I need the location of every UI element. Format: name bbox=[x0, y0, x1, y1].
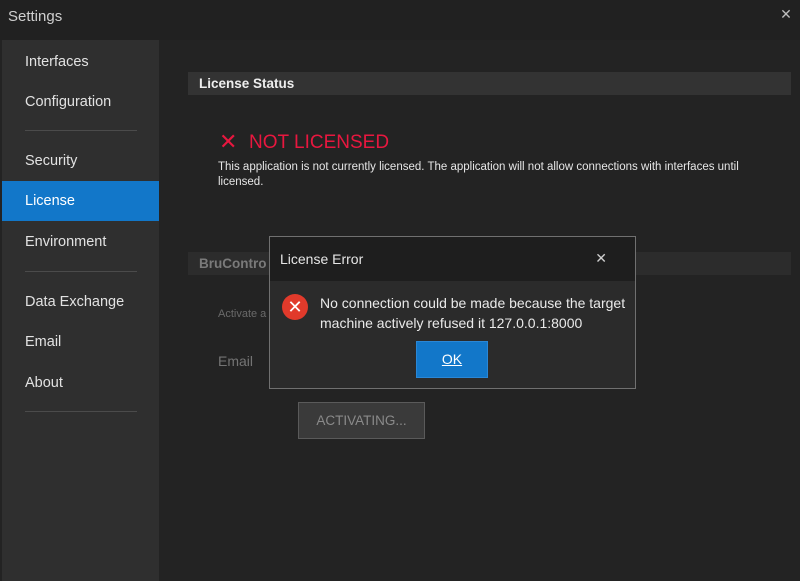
sidebar-item-configuration[interactable]: Configuration bbox=[2, 82, 159, 122]
sidebar-divider bbox=[25, 271, 137, 272]
dialog-title-bar: License Error ✕ bbox=[270, 237, 635, 281]
dialog-message: No connection could be made because the … bbox=[320, 295, 626, 331]
license-status-text: NOT LICENSED bbox=[249, 132, 390, 153]
error-icon: ✕ bbox=[282, 294, 308, 320]
license-description: This application is not currently licens… bbox=[218, 161, 739, 188]
settings-window: Settings ✕ Interfaces Configuration Secu… bbox=[0, 0, 800, 581]
sidebar-divider bbox=[25, 130, 137, 131]
ok-button[interactable]: OK bbox=[416, 341, 488, 378]
close-icon[interactable]: ✕ bbox=[595, 250, 607, 266]
license-error-dialog: License Error ✕ ✕ No connection could be… bbox=[269, 236, 636, 389]
sidebar: Interfaces Configuration Security Licens… bbox=[2, 40, 159, 581]
sidebar-item-data-exchange[interactable]: Data Exchange bbox=[2, 282, 159, 322]
activation-text: Activate a bbox=[218, 308, 267, 320]
email-label: Email bbox=[218, 353, 254, 369]
close-icon[interactable]: ✕ bbox=[778, 6, 794, 22]
sidebar-item-security[interactable]: Security bbox=[2, 141, 159, 181]
sidebar-item-email[interactable]: Email bbox=[2, 322, 159, 362]
title-bar: Settings ✕ bbox=[0, 0, 800, 40]
sidebar-item-license[interactable]: License bbox=[2, 181, 159, 221]
x-icon: ✕ bbox=[219, 129, 238, 154]
license-status-header: License Status bbox=[188, 72, 791, 95]
sidebar-item-interfaces[interactable]: Interfaces bbox=[2, 42, 159, 82]
window-title: Settings bbox=[8, 8, 63, 25]
activating-button[interactable]: ACTIVATING... bbox=[298, 402, 425, 439]
sidebar-divider bbox=[25, 411, 137, 412]
sidebar-item-environment[interactable]: Environment bbox=[2, 222, 159, 262]
dialog-title: License Error bbox=[280, 251, 364, 267]
sidebar-item-about[interactable]: About bbox=[2, 363, 159, 403]
ok-button-label: OK bbox=[441, 351, 463, 367]
